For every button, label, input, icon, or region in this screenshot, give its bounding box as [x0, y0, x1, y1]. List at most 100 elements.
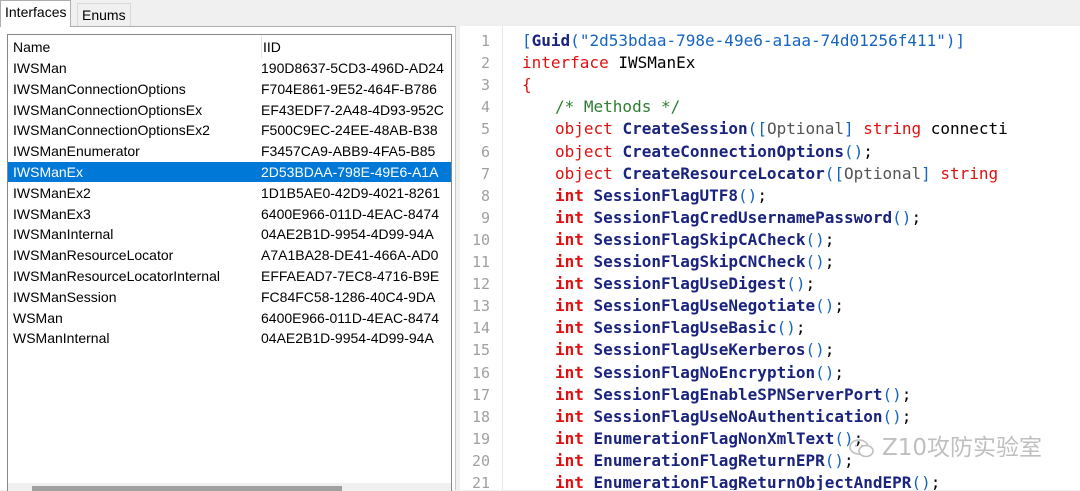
- list-item[interactable]: IWSManResourceLocatorInternal EFFAEAD7-7E…: [8, 266, 451, 286]
- interface-name: IWSManConnectionOptionsEx: [13, 101, 203, 118]
- method-name: SessionFlagUseNoAuthentication: [593, 406, 883, 426]
- method-name: CreateConnectionOptions: [622, 141, 844, 161]
- column-header-name[interactable]: Name: [13, 35, 253, 58]
- guid-string: "2d53bdaa-798e-49e6-a1aa-74d01256f411": [579, 31, 946, 50]
- list-item[interactable]: IWSManConnectionOptionsEx EF43EDF7-2A48-4…: [8, 100, 451, 120]
- interface-iid: EF43EDF7-2A48-4D93-952C: [261, 101, 444, 118]
- line-number: 13: [471, 297, 490, 316]
- code-line: int SessionFlagEnableSPNServerPort();: [555, 384, 911, 406]
- semicolon: ;: [834, 296, 845, 316]
- paren: (): [882, 384, 902, 404]
- list-item[interactable]: IWSManSession FC84FC58-1286-40C4-9DA: [8, 287, 451, 307]
- code-line: int EnumerationFlagNonXmlText();: [555, 428, 863, 450]
- return-type: int: [555, 384, 584, 404]
- method-name: CreateSession: [622, 119, 748, 139]
- method-name: EnumerationFlagReturnObjectAndEPR: [593, 473, 912, 490]
- paren: (: [747, 119, 758, 139]
- interface-iid: 190D8637-5CD3-496D-AD24: [261, 60, 444, 76]
- line-number: 21: [471, 474, 490, 490]
- code-line: {: [522, 74, 532, 96]
- code-line: interface IWSManEx: [522, 52, 695, 74]
- code-view[interactable]: 1 2 3 4 5 6 7 8 9 10 11 12 13 14 15 16 17 18 19 20 21 [Guid(…: [460, 26, 1080, 490]
- list-item[interactable]: IWSMan 190D8637-5CD3-496D-AD24: [8, 58, 451, 78]
- interface-keyword: interface: [522, 53, 609, 73]
- method-name: SessionFlagNoEncryption: [593, 362, 816, 382]
- list-item[interactable]: IWSManConnectionOptionsEx2 F500C9EC-24EE-…: [8, 120, 451, 140]
- tab-interfaces[interactable]: Interfaces: [0, 0, 72, 27]
- line-number: 6: [480, 142, 490, 161]
- paren: (): [844, 141, 864, 161]
- paren: (): [738, 185, 758, 205]
- open-brace: {: [522, 75, 532, 95]
- line-number: 10: [471, 230, 490, 249]
- list-item[interactable]: WSMan 6400E966-011D-4EAC-8474: [8, 308, 451, 328]
- paren: (): [805, 229, 825, 249]
- interface-name: WSManInternal: [13, 330, 110, 347]
- line-number: 19: [471, 429, 490, 448]
- code-line: /* Methods */: [555, 96, 680, 118]
- column-header-iid[interactable]: IID: [261, 35, 451, 58]
- interface-name: IWSManResourceLocator: [13, 247, 174, 264]
- line-number: 18: [471, 407, 490, 426]
- return-type: int: [555, 362, 584, 382]
- tab-enums[interactable]: Enums: [77, 3, 131, 26]
- code-line: int SessionFlagUseKerberos();: [555, 339, 834, 361]
- line-number: 16: [471, 363, 490, 382]
- return-type: int: [555, 296, 584, 316]
- interface-iid: 2D53BDAA-798E-49E6-A1A: [261, 164, 439, 180]
- semicolon: ;: [863, 141, 873, 161]
- code-line: int EnumerationFlagReturnEPR();: [555, 450, 854, 472]
- line-number: 14: [471, 319, 490, 338]
- interface-name: IWSMan: [13, 60, 67, 76]
- code-line: int SessionFlagUseNoAuthentication();: [555, 406, 911, 428]
- interface-name: IWSManEx3: [13, 205, 91, 222]
- code-line: object CreateSession([Optional] string c…: [555, 118, 1008, 140]
- list-item[interactable]: IWSManResourceLocator A7A1BA28-DE41-466A-…: [8, 245, 451, 265]
- return-type: int: [555, 428, 584, 448]
- paren: (): [892, 207, 912, 227]
- list-item[interactable]: IWSManInternal 04AE2B1D-9954-4D99-94A: [8, 224, 451, 244]
- code-line: int SessionFlagUseDigest();: [555, 273, 815, 295]
- list-item[interactable]: IWSManEx2 1D1B5AE0-42D9-4021-8261: [8, 183, 451, 203]
- watermark: Z10攻防实验室: [848, 428, 1042, 462]
- list-item[interactable]: IWSManEx3 6400E966-011D-4EAC-8474: [8, 204, 451, 224]
- code-line: int SessionFlagUseBasic();: [555, 317, 805, 339]
- code-line: int SessionFlagSkipCACheck();: [555, 229, 834, 251]
- line-number: 5: [480, 120, 490, 139]
- return-type: int: [555, 340, 584, 360]
- line-number: 17: [471, 385, 490, 404]
- paren: (): [805, 252, 825, 271]
- interface-name: IWSManResourceLocatorInternal: [13, 268, 220, 284]
- interfaces-panel: Name IID IWSMan 190D8637-5CD3-496D-AD24 IW…: [0, 26, 456, 491]
- interface-iid: FC84FC58-1286-40C4-9DA: [261, 288, 436, 305]
- method-args: [Optional] string: [834, 163, 999, 183]
- line-number: 12: [471, 275, 490, 294]
- paren: (): [815, 296, 835, 316]
- interface-name: IWSManEx: [13, 164, 84, 180]
- line-number: 3: [480, 76, 490, 95]
- paren: (): [815, 362, 835, 382]
- interface-name: IWSManEx: [618, 53, 696, 73]
- interfaces-list[interactable]: Name IID IWSMan 190D8637-5CD3-496D-AD24 IW…: [7, 34, 452, 491]
- list-item[interactable]: IWSManEnumerator F3457CA9-ABB9-4FA5-B85: [8, 141, 451, 161]
- line-number: 8: [480, 186, 490, 205]
- list-item[interactable]: IWSManEx 2D53BDAA-798E-49E6-A1A: [8, 162, 451, 182]
- method-name: SessionFlagUseNegotiate: [593, 296, 816, 316]
- line-number: 9: [480, 208, 490, 227]
- list-item[interactable]: IWSManConnectionOptions F704E861-9E52-464…: [8, 79, 451, 99]
- list-item[interactable]: WSManInternal 04AE2B1D-9954-4D99-94A: [8, 328, 451, 348]
- scrollbar-thumb[interactable]: [32, 486, 342, 491]
- return-type: object: [555, 163, 613, 183]
- paren: (): [911, 473, 931, 490]
- method-name: SessionFlagEnableSPNServerPort: [593, 384, 883, 404]
- line-number: 20: [471, 451, 490, 470]
